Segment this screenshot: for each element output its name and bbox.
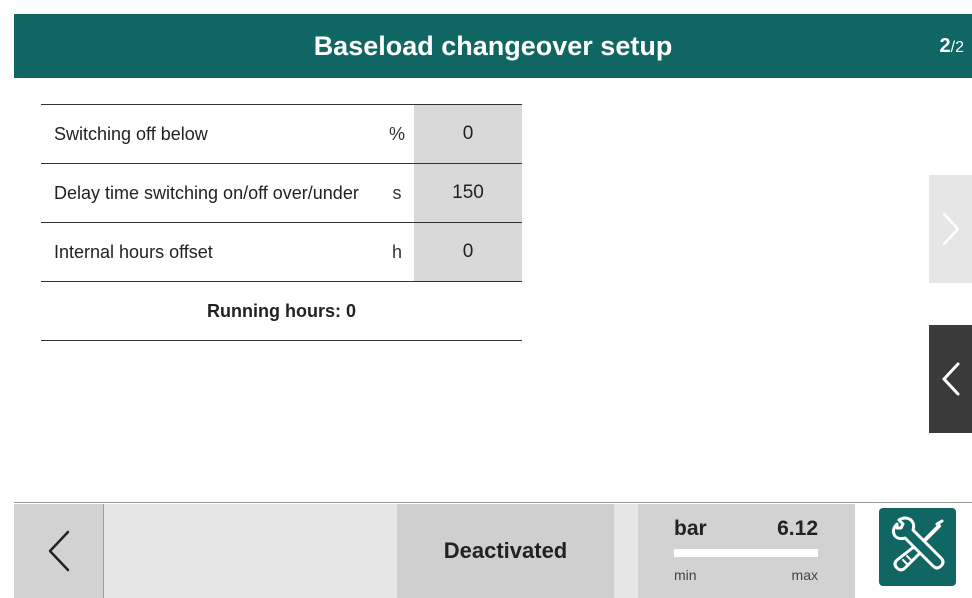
parameter-table: Switching off below % 0 Delay time switc… bbox=[41, 104, 522, 341]
param-value-field[interactable]: 0 bbox=[414, 105, 522, 163]
page-counter: 2/2 bbox=[940, 14, 964, 78]
gauge-bar bbox=[674, 549, 818, 557]
page-title: Baseload changeover setup bbox=[313, 31, 673, 61]
chevron-left-icon bbox=[48, 530, 69, 572]
footer-spacer bbox=[614, 504, 638, 598]
param-unit: % bbox=[388, 123, 405, 144]
screen: Baseload changeover setup 2/2 Switching … bbox=[14, 14, 972, 598]
pressure-gauge: bar 6.12 min max bbox=[638, 504, 855, 598]
next-page-button[interactable] bbox=[929, 175, 972, 283]
gauge-unit: bar bbox=[674, 517, 707, 540]
wrench-screwdriver-icon bbox=[891, 516, 944, 572]
param-row-internal-hours-offset: Internal hours offset h 0 bbox=[41, 223, 522, 282]
param-unit: h bbox=[391, 241, 402, 262]
footer-spacer bbox=[104, 504, 397, 598]
footer-bar: Deactivated bar 6.12 min max bbox=[14, 502, 972, 598]
gauge-min-label: min bbox=[674, 567, 697, 583]
chevron-right-icon bbox=[942, 212, 959, 246]
status-indicator: Deactivated bbox=[397, 504, 614, 598]
running-hours-readout: Running hours: 0 bbox=[41, 282, 522, 341]
param-row-switching-off-below: Switching off below % 0 bbox=[41, 105, 522, 164]
header-bar: Baseload changeover setup 2/2 bbox=[14, 14, 972, 78]
page-current: 2 bbox=[939, 35, 951, 57]
previous-page-button[interactable] bbox=[929, 325, 972, 433]
tools-button[interactable] bbox=[879, 508, 956, 586]
param-label: Delay time switching on/off over/under bbox=[54, 183, 359, 203]
param-value-field[interactable]: 150 bbox=[414, 164, 522, 222]
gauge-fill bbox=[674, 549, 818, 557]
page-total: /2 bbox=[950, 39, 964, 56]
param-label: Switching off below bbox=[54, 124, 208, 144]
chevron-left-icon bbox=[942, 362, 959, 396]
param-value-field[interactable]: 0 bbox=[414, 223, 522, 281]
param-label: Internal hours offset bbox=[54, 242, 213, 262]
gauge-value: 6.12 bbox=[777, 517, 818, 540]
back-button[interactable] bbox=[14, 504, 104, 598]
gauge-max-label: max bbox=[791, 567, 818, 583]
param-unit: s bbox=[392, 182, 402, 203]
param-row-delay-time: Delay time switching on/off over/under s… bbox=[41, 164, 522, 223]
